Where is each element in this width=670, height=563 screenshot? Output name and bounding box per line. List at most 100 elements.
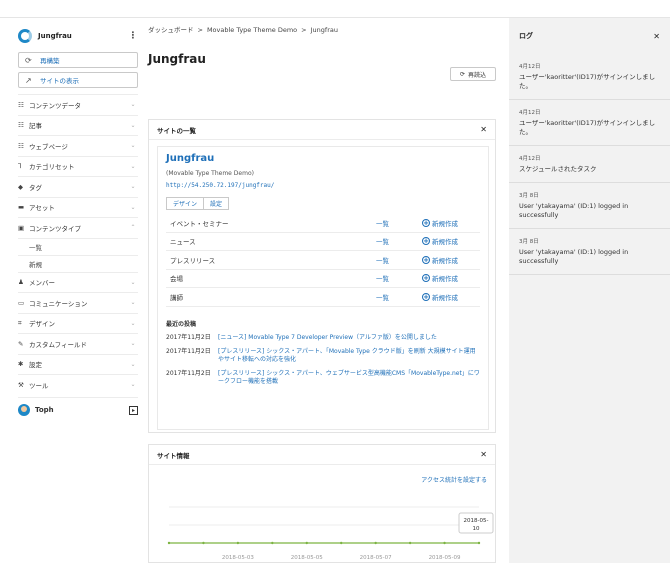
sidebar-item-custom-fields[interactable]: ✎ カスタムフィールド ⌄ <box>18 333 138 354</box>
sidebar-item-content-data[interactable]: ☷ コンテンツデータ ⌄ <box>18 94 138 115</box>
sidebar: Jungfrau ⋮ ⟳ 再構築 ↗ サイトの表示 ☷ コンテンツデータ ⌄ ☷ 記事… <box>18 24 138 563</box>
list-link[interactable]: 一覧 <box>376 255 422 265</box>
list-link[interactable]: 一覧 <box>376 273 422 283</box>
list-link[interactable]: 一覧 <box>376 236 422 246</box>
settings-tab[interactable]: 設定 <box>203 197 230 210</box>
reload-icon: ⟳ <box>459 70 465 78</box>
sidebar-item-design[interactable]: ⌗ デザイン ⌄ <box>18 312 138 334</box>
chevron-down-icon: ⌄ <box>130 183 136 191</box>
chevron-down-icon: ⌄ <box>130 381 136 389</box>
breadcrumb-separator: > <box>197 26 203 34</box>
close-icon[interactable]: ✕ <box>480 125 487 134</box>
sidebar-item-tools[interactable]: ⚒ ツール ⌄ <box>18 374 138 395</box>
list-icon: ☷ <box>18 121 24 130</box>
kebab-menu-icon[interactable]: ⋮ <box>128 31 138 41</box>
sidebar-item-label: メンバー <box>29 279 55 288</box>
design-tab[interactable]: デザイン <box>166 197 205 210</box>
sidebar-item-tags[interactable]: ◆ タグ ⌄ <box>18 176 138 197</box>
sidebar-item-label: タグ <box>29 183 42 192</box>
sidebar-item-members[interactable]: ♟ メンバー ⌄ <box>18 271 138 293</box>
new-link-label: 新規作成 <box>432 256 458 265</box>
breadcrumb-dashboard[interactable]: ダッシュボード <box>148 26 194 34</box>
chevron-down-icon: ⌄ <box>130 142 136 150</box>
log-entry: 4月12日 スケジュールされたタスク <box>509 146 670 183</box>
rebuild-button[interactable]: ⟳ 再構築 <box>18 52 138 68</box>
list-link[interactable]: 一覧 <box>376 292 422 302</box>
close-icon[interactable]: ✕ <box>480 450 487 459</box>
sidebar-item-label: カテゴリセット <box>29 163 75 172</box>
log-date: 4月12日 <box>519 156 541 162</box>
main-content: ダッシュボード > Movable Type Theme Demo > Jungfrau… <box>148 24 496 563</box>
x-tick-label: 2018-05-05 <box>291 555 323 561</box>
table-row: イベント・セミナー 一覧 + 新規作成 <box>166 214 480 233</box>
new-link[interactable]: + 新規作成 <box>422 273 458 283</box>
sidebar-item-content-types[interactable]: ▣ コンテンツタイプ ⌃ <box>18 217 138 238</box>
sidebar-item-label: コミュニケーション <box>29 299 88 308</box>
log-header: ログ ✕ <box>509 18 670 54</box>
content-type-table: イベント・セミナー 一覧 + 新規作成 ニュース 一覧 + 新規作成 プレスリリース 一覧 + 新… <box>166 214 480 307</box>
sidebar-item-assets[interactable]: ▬ アセット ⌄ <box>18 196 138 218</box>
site-info-title: サイト情報 <box>157 451 190 460</box>
content-type-name: 講師 <box>170 293 183 302</box>
log-panel: ログ ✕ 4月12日 ユーザー'kaoritter'(ID17)がサインインしまし… <box>509 18 670 563</box>
site-list-widget: サイトの一覧 ✕ Jungfrau (Movable Type Theme De… <box>148 119 496 433</box>
sidebar-item-webpages[interactable]: ☷ ウェブページ ⌄ <box>18 135 138 156</box>
blog-name-link[interactable]: Jungfrau <box>166 153 480 164</box>
avatar[interactable] <box>18 404 30 416</box>
new-link[interactable]: + 新規作成 <box>422 236 458 246</box>
tag-icon: ◆ <box>18 182 23 191</box>
data-point <box>305 541 308 545</box>
new-link[interactable]: + 新規作成 <box>422 218 458 228</box>
log-date: 3月 8日 <box>519 193 539 199</box>
view-site-button[interactable]: ↗ サイトの表示 <box>18 72 138 88</box>
breadcrumb-site[interactable]: Movable Type Theme Demo <box>207 26 297 34</box>
site-name[interactable]: Jungfrau <box>38 32 128 40</box>
close-icon[interactable]: ✕ <box>653 32 660 41</box>
log-entry: 3月 8日 User 'ytakayama' (ID:1) logged in s… <box>509 183 670 229</box>
sidebar-item-settings[interactable]: ✱ 設定 ⌄ <box>18 353 138 375</box>
plus-icon: + <box>422 274 430 283</box>
sidebar-item-label: ウェブページ <box>29 142 68 151</box>
sidebar-item-entries[interactable]: ☷ 記事 ⌄ <box>18 114 138 136</box>
data-point <box>443 541 446 545</box>
sidebar-subitem-new[interactable]: 新規 <box>18 254 138 272</box>
user-icon: ♟ <box>18 278 24 287</box>
rebuild-icon: ⟳ <box>25 55 32 65</box>
logout-icon[interactable]: ▸ <box>129 405 138 415</box>
asset-icon: ▬ <box>18 203 25 212</box>
plus-icon: + <box>422 292 430 301</box>
sidebar-item-label: 設定 <box>29 361 42 370</box>
reload-button[interactable]: ⟳ 再読込 <box>450 67 496 81</box>
data-point <box>340 541 343 545</box>
list-item: 2017年11月2日 [ニュース] Movable Type 7 Develope… <box>166 334 480 342</box>
sidebar-subitem-list[interactable]: 一覧 <box>18 237 138 255</box>
list-link[interactable]: 一覧 <box>376 218 422 228</box>
sidebar-nav: ☷ コンテンツデータ ⌄ ☷ 記事 ⌄ ☷ ウェブページ ⌄ ⅂ カテゴリセット ⌄ ◆ タグ ⌄ … <box>18 94 138 395</box>
post-title-link[interactable]: [ニュース] Movable Type 7 Developer Preview（… <box>218 334 480 342</box>
content-type-name: イベント・セミナー <box>170 219 229 228</box>
table-row: 会場 一覧 + 新規作成 <box>166 270 480 288</box>
sidebar-item-category-sets[interactable]: ⅂ カテゴリセット ⌄ <box>18 155 138 177</box>
new-link[interactable]: + 新規作成 <box>422 292 458 302</box>
log-date: 3月 8日 <box>519 239 539 245</box>
sidebar-item-label: コンテンツデータ <box>29 101 81 110</box>
chevron-down-icon: ⌄ <box>130 101 136 109</box>
access-chart: 2018-05-03 2018-05-05 2018-05-07 2018-05-09… <box>167 506 494 561</box>
chevron-down-icon: ⌄ <box>130 319 136 327</box>
site-info-header: サイト情報 ✕ <box>149 445 495 465</box>
user-name[interactable]: Toph <box>35 406 129 414</box>
post-title-link[interactable]: [プレスリリース] シックス・アパート、「Movable Type クラウド版」… <box>218 348 480 364</box>
log-entry: 3月 8日 User 'ytakayama' (ID:1) logged in s… <box>509 229 670 275</box>
post-title-link[interactable]: [プレスリリース] シックス・アパート、ウェブサービス型高機能CMS「Movab… <box>218 370 480 386</box>
blog-url-link[interactable]: http://54.250.72.197/jungfrau/ <box>166 182 480 189</box>
data-point <box>167 541 171 545</box>
new-link[interactable]: + 新規作成 <box>422 255 458 265</box>
post-date: 2017年11月2日 <box>166 347 211 355</box>
sidebar-item-communication[interactable]: ▭ コミュニケーション ⌄ <box>18 292 138 313</box>
sidebar-item-label: アセット <box>29 204 55 213</box>
page-title: Jungfrau <box>148 52 206 66</box>
log-date: 4月12日 <box>519 110 541 116</box>
new-link-label: 新規作成 <box>432 238 458 247</box>
data-point <box>477 541 481 545</box>
chevron-down-icon: ⌄ <box>130 121 136 129</box>
